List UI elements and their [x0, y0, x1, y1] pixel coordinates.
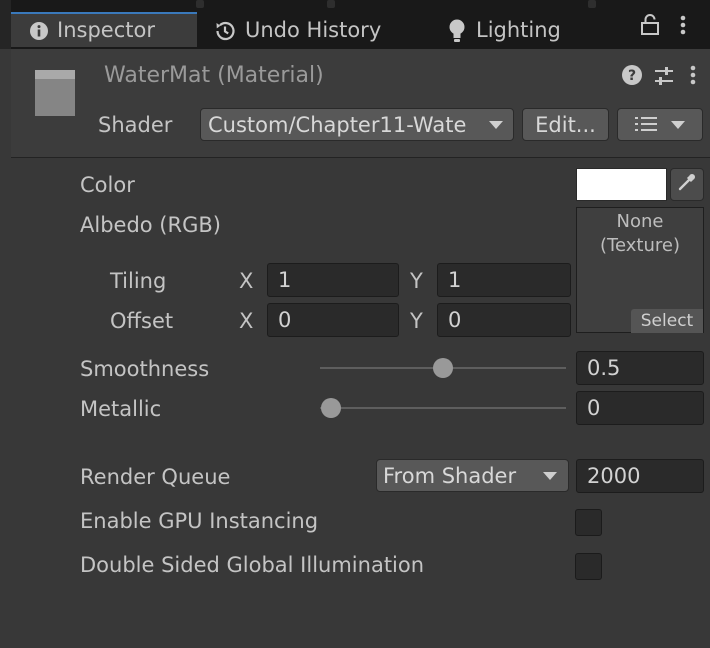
metallic-field[interactable]: 0	[576, 391, 704, 425]
offset-label: Offset	[110, 309, 174, 333]
eyedropper-button[interactable]	[670, 168, 704, 201]
tab-separator	[327, 0, 335, 8]
help-icon[interactable]: ?	[621, 64, 643, 91]
material-title: WaterMat (Material)	[104, 63, 324, 88]
metallic-slider-track[interactable]	[320, 407, 566, 409]
history-icon	[213, 19, 237, 43]
offset-y-field[interactable]: 0	[437, 303, 571, 337]
eyedropper-icon	[677, 172, 697, 197]
tab-lighting[interactable]: Lighting	[446, 12, 561, 49]
lock-icon[interactable]	[640, 14, 660, 41]
shader-options-dropdown[interactable]	[617, 108, 703, 141]
kebab-menu-icon[interactable]	[688, 64, 698, 91]
lightbulb-icon	[446, 18, 468, 44]
tab-inspector[interactable]: Inspector	[11, 12, 197, 47]
material-preview-thumbnail	[35, 70, 75, 116]
chevron-down-icon	[489, 120, 503, 129]
metallic-label: Metallic	[80, 397, 162, 421]
offset-y-label: Y	[410, 309, 423, 333]
svg-text:?: ?	[628, 68, 636, 84]
info-icon	[29, 21, 49, 41]
smoothness-label: Smoothness	[80, 357, 210, 381]
texture-select-button[interactable]: Select	[631, 309, 703, 333]
render-queue-field[interactable]: 2000	[576, 459, 704, 493]
shader-dropdown[interactable]: Custom/Chapter11-Wate	[200, 108, 514, 141]
double-sided-gi-checkbox[interactable]	[575, 553, 602, 580]
metallic-slider-handle[interactable]	[321, 398, 341, 418]
render-queue-label: Render Queue	[80, 465, 231, 489]
texture-none-line: None	[616, 211, 664, 232]
shader-value: Custom/Chapter11-Wate	[208, 112, 467, 137]
tab-label: Lighting	[476, 18, 561, 42]
edit-shader-button[interactable]: Edit...	[522, 108, 609, 141]
color-label: Color	[80, 173, 135, 197]
texture-none-line: (Texture)	[600, 235, 680, 256]
render-queue-dropdown[interactable]: From Shader	[376, 459, 569, 492]
kebab-menu-icon[interactable]	[678, 14, 688, 41]
gpu-instancing-label: Enable GPU Instancing	[80, 509, 319, 533]
smoothness-field[interactable]: 0.5	[576, 351, 704, 385]
tiling-x-label: X	[239, 269, 254, 293]
texture-none-label: None (Texture)	[576, 210, 704, 258]
double-sided-gi-label: Double Sided Global Illumination	[80, 553, 425, 577]
tab-label: Undo History	[245, 18, 382, 42]
tab-label: Inspector	[57, 18, 155, 42]
dock-edge	[0, 0, 11, 49]
gpu-instancing-checkbox[interactable]	[575, 509, 602, 536]
tiling-y-label: Y	[410, 269, 423, 293]
tiling-label: Tiling	[110, 269, 167, 293]
shader-label: Shader	[98, 113, 173, 137]
render-queue-mode: From Shader	[383, 463, 517, 488]
smoothness-slider-handle[interactable]	[433, 358, 453, 378]
tiling-x-field[interactable]: 1	[267, 263, 399, 297]
color-swatch[interactable]	[576, 168, 667, 201]
offset-x-field[interactable]: 0	[267, 303, 399, 337]
albedo-label: Albedo (RGB)	[80, 213, 221, 237]
tab-separator	[588, 0, 596, 8]
offset-x-label: X	[239, 309, 254, 333]
preset-sliders-icon[interactable]	[653, 65, 675, 92]
tiling-y-field[interactable]: 1	[437, 263, 571, 297]
list-icon	[635, 113, 657, 137]
tab-bar: Inspector Undo History Lighting	[0, 0, 710, 49]
chevron-down-icon	[671, 120, 685, 129]
edit-button-label: Edit...	[535, 112, 596, 137]
tab-separator	[196, 0, 204, 8]
tab-undo-history[interactable]: Undo History	[213, 12, 381, 49]
chevron-down-icon	[543, 471, 557, 480]
header-divider	[11, 157, 710, 158]
